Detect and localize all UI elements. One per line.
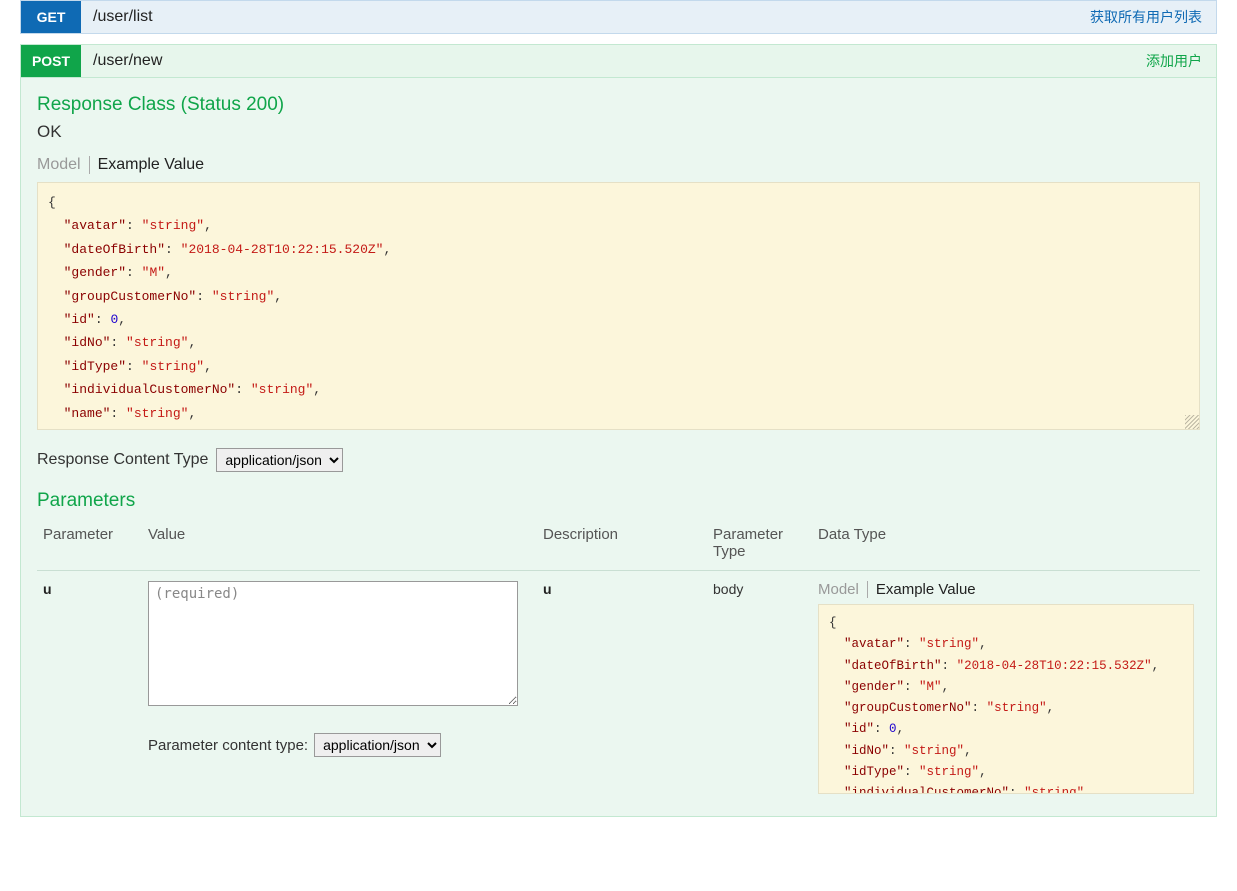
header-value: Value	[142, 522, 537, 571]
tab-example-value[interactable]: Example Value	[867, 581, 984, 598]
header-parameter-type: Parameter Type	[707, 522, 812, 571]
operation-path[interactable]: /user/list	[81, 8, 1076, 26]
operation-expanded-content: Response Class (Status 200) OK Model Exa…	[20, 78, 1217, 817]
operation-summary[interactable]: 添加用户	[1132, 51, 1216, 71]
operation-get-user-list[interactable]: GET /user/list 获取所有用户列表	[20, 0, 1217, 34]
response-model-tabs: Model Example Value	[37, 156, 1200, 174]
response-class-title: Response Class (Status 200)	[37, 94, 1200, 116]
parameter-description: u	[537, 571, 707, 801]
parameter-content-type-label: Parameter content type:	[148, 737, 308, 754]
tab-model[interactable]: Model	[37, 156, 89, 174]
parameter-value-input[interactable]	[148, 581, 518, 706]
operation-path[interactable]: /user/new	[81, 52, 1132, 70]
parameters-title: Parameters	[37, 490, 1200, 512]
tab-model[interactable]: Model	[818, 581, 867, 598]
table-header-row: Parameter Value Description Parameter Ty…	[37, 522, 1200, 571]
parameters-table: Parameter Value Description Parameter Ty…	[37, 522, 1200, 800]
operation-post-user-new[interactable]: POST /user/new 添加用户	[20, 44, 1217, 78]
header-description: Description	[537, 522, 707, 571]
tab-example-value[interactable]: Example Value	[89, 156, 212, 174]
response-content-type-select[interactable]: application/json	[216, 448, 343, 472]
response-example-code[interactable]: { "avatar": "string", "dateOfBirth": "20…	[37, 182, 1200, 430]
parameter-type: body	[707, 571, 812, 801]
resize-handle-icon[interactable]	[1185, 415, 1199, 429]
response-status-text: OK	[37, 122, 1200, 142]
header-data-type: Data Type	[812, 522, 1200, 571]
parameter-content-type-select[interactable]: application/json	[314, 733, 441, 757]
datatype-example-code[interactable]: { "avatar": "string", "dateOfBirth": "20…	[818, 604, 1194, 794]
operation-summary[interactable]: 获取所有用户列表	[1076, 7, 1216, 27]
table-row: u Parameter content type: application/js…	[37, 571, 1200, 801]
http-method-badge: GET	[21, 1, 81, 33]
http-method-badge: POST	[21, 45, 81, 77]
response-content-type-label: Response Content Type	[37, 451, 208, 469]
parameter-name: u	[37, 571, 142, 801]
header-parameter: Parameter	[37, 522, 142, 571]
datatype-model-tabs: Model Example Value	[818, 581, 1194, 598]
